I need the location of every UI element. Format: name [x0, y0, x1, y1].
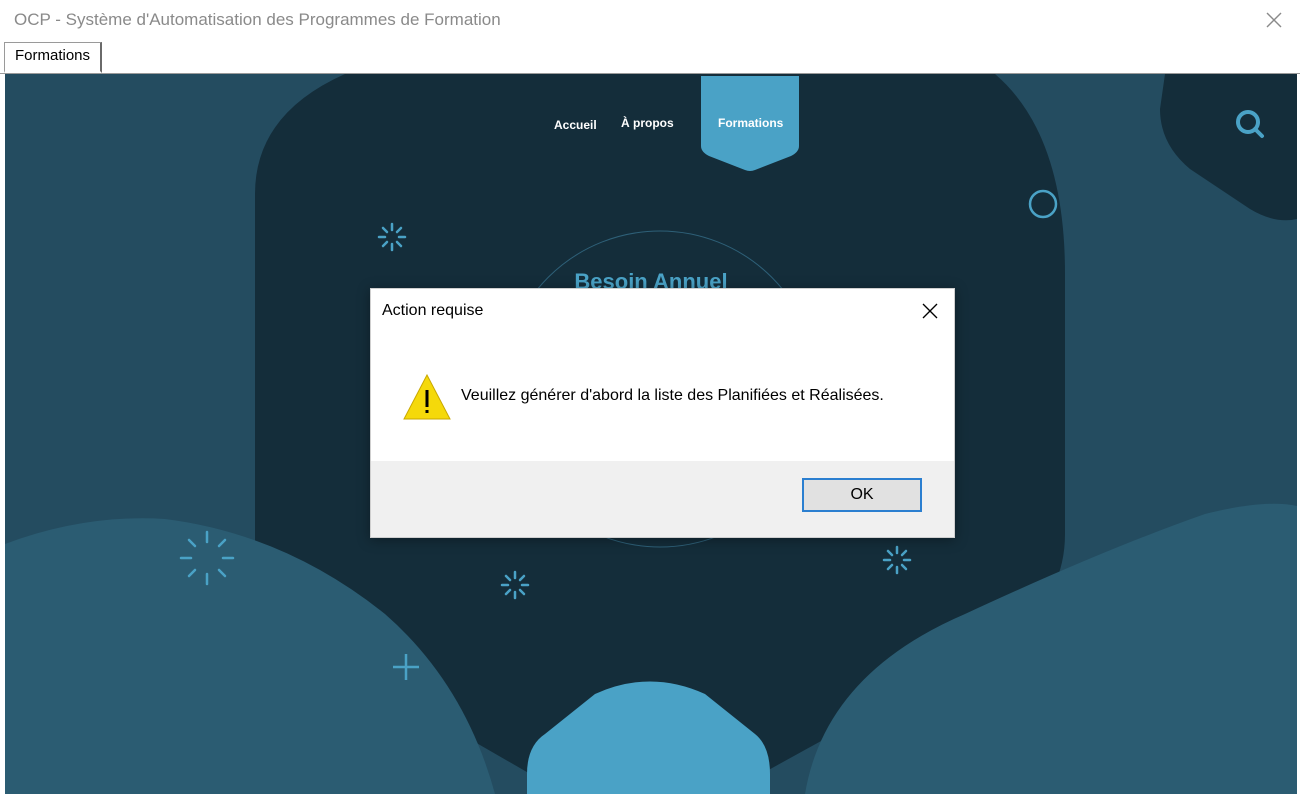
nav-formations[interactable]: Formations — [718, 116, 783, 130]
dialog-title: Action requise — [382, 302, 484, 319]
dialog-message: Veuillez générer d'abord la liste des Pl… — [461, 387, 884, 404]
ok-button[interactable]: OK — [802, 478, 922, 512]
message-dialog: Action requise Veuillez générer d'abord … — [370, 288, 955, 538]
app-window: OCP - Système d'Automatisation des Progr… — [0, 0, 1300, 795]
top-right-dark-shape — [1160, 74, 1297, 221]
close-icon[interactable] — [1262, 8, 1286, 32]
window-title: OCP - Système d'Automatisation des Progr… — [14, 10, 501, 29]
tab-formations[interactable]: Formations — [4, 42, 103, 73]
title-bar: OCP - Système d'Automatisation des Progr… — [0, 0, 1300, 42]
warning-icon — [403, 373, 451, 421]
nav-a-propos[interactable]: À propos — [621, 116, 674, 130]
dialog-footer: OK — [371, 461, 954, 537]
nav-accueil[interactable]: Accueil — [554, 118, 597, 132]
tab-strip: Formations — [0, 42, 1300, 74]
close-icon[interactable] — [920, 301, 940, 321]
